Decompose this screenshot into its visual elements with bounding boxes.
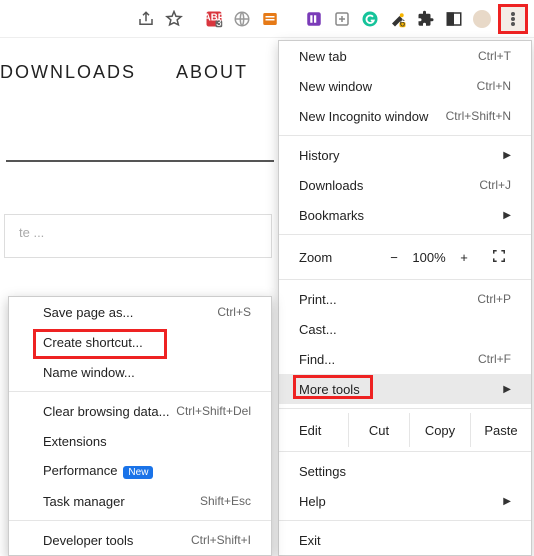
fullscreen-icon[interactable] [487,249,511,266]
edit-paste[interactable]: Paste [471,413,531,447]
nav-about[interactable]: ABOUT [176,62,248,83]
edit-cut[interactable]: Cut [349,413,410,447]
menu-exit[interactable]: Exit [279,525,531,555]
menu-edit-row: Edit Cut Copy Paste [279,413,531,447]
extensions-icon[interactable] [414,7,438,31]
submenu-task-manager[interactable]: Task managerShift+Esc [9,486,271,516]
chevron-right-icon: ▶ [503,150,511,161]
menu-help[interactable]: Help▶ [279,486,531,516]
kebab-menu-button[interactable] [498,4,528,34]
abp-icon[interactable]: ABP3 [202,7,226,31]
menu-cast[interactable]: Cast... [279,314,531,344]
menu-separator [279,279,531,280]
menu-separator [279,408,531,409]
menu-separator [9,391,271,392]
purple-ext-icon[interactable] [302,7,326,31]
menu-more-tools[interactable]: More tools▶ [279,374,531,404]
submenu-name-window[interactable]: Name window... [9,357,271,387]
menu-separator [279,520,531,521]
new-badge: New [123,466,153,479]
submenu-performance[interactable]: PerformanceNew [9,456,271,486]
menu-find[interactable]: Find...Ctrl+F [279,344,531,374]
submenu-developer-tools[interactable]: Developer toolsCtrl+Shift+I [9,525,271,555]
submenu-extensions[interactable]: Extensions [9,426,271,456]
reader-icon[interactable] [258,7,282,31]
menu-settings[interactable]: Settings [279,456,531,486]
menu-bookmarks[interactable]: Bookmarks▶ [279,200,531,230]
page-divider [6,160,274,162]
plus-box-icon[interactable] [330,7,354,31]
menu-separator [279,135,531,136]
grammarly-icon[interactable] [358,7,382,31]
menu-new-window[interactable]: New windowCtrl+N [279,71,531,101]
more-tools-submenu: Save page as...Ctrl+S Create shortcut...… [8,296,272,556]
brush-ext-icon[interactable]: 6 [386,7,410,31]
zoom-label: Zoom [299,250,379,265]
nav-downloads[interactable]: DOWNLOADS [0,62,136,83]
page-input[interactable]: te ... [4,214,272,258]
profile-avatar[interactable] [470,7,494,31]
svg-text:6: 6 [400,18,405,28]
chrome-main-menu: New tabCtrl+T New windowCtrl+N New Incog… [278,40,532,556]
chevron-right-icon: ▶ [503,210,511,221]
edit-copy[interactable]: Copy [410,413,471,447]
menu-separator [279,234,531,235]
share-icon[interactable] [134,7,158,31]
menu-incognito[interactable]: New Incognito windowCtrl+Shift+N [279,101,531,131]
menu-new-tab[interactable]: New tabCtrl+T [279,41,531,71]
svg-text:3: 3 [216,17,221,27]
edit-label: Edit [279,413,349,447]
submenu-create-shortcut[interactable]: Create shortcut... [9,327,271,357]
submenu-save-page[interactable]: Save page as...Ctrl+S [9,297,271,327]
panel-icon[interactable] [442,7,466,31]
browser-toolbar: ABP3 6 [0,0,534,38]
menu-print[interactable]: Print...Ctrl+P [279,284,531,314]
star-icon[interactable] [162,7,186,31]
menu-history[interactable]: History▶ [279,140,531,170]
globe-icon[interactable] [230,7,254,31]
menu-separator [9,520,271,521]
chevron-right-icon: ▶ [503,384,511,395]
zoom-out-button[interactable]: − [379,250,409,265]
submenu-clear-data[interactable]: Clear browsing data...Ctrl+Shift+Del [9,396,271,426]
chevron-right-icon: ▶ [503,496,511,507]
menu-separator [279,451,531,452]
zoom-in-button[interactable]: + [449,250,479,265]
menu-zoom-row: Zoom − 100% + [279,239,531,275]
menu-downloads[interactable]: DownloadsCtrl+J [279,170,531,200]
zoom-value: 100% [409,250,449,265]
